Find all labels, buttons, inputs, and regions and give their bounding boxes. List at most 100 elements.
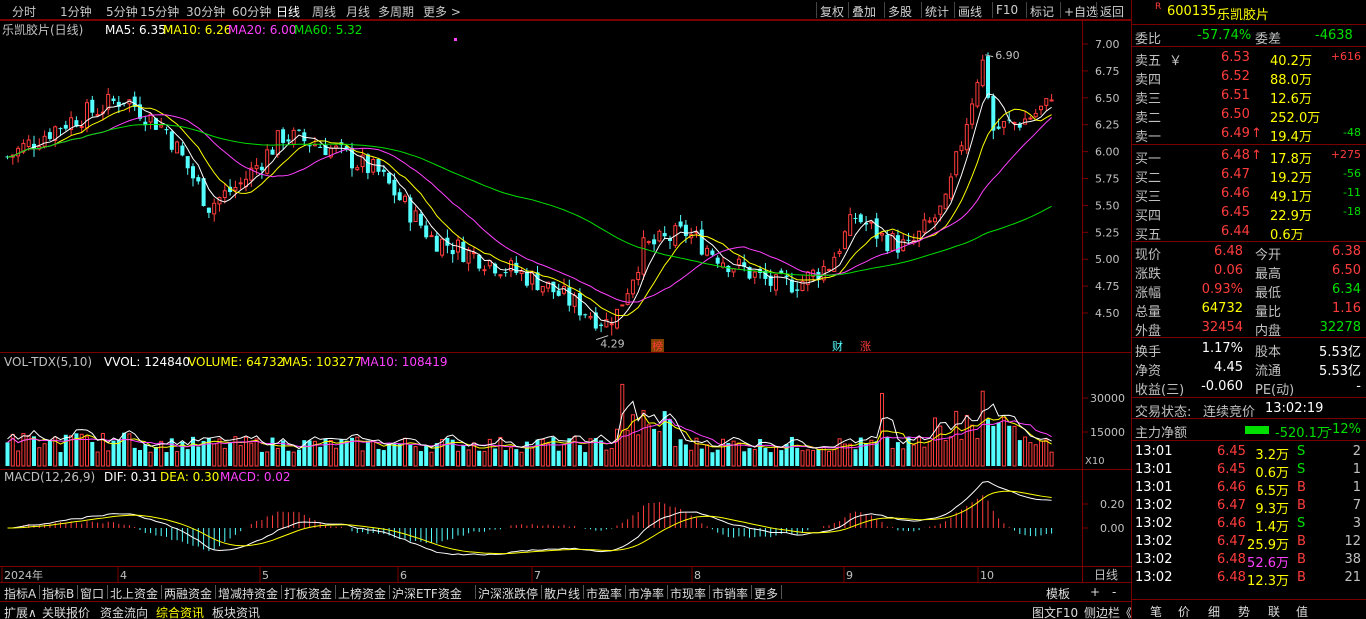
volume-legend: VOLUME: 64732 xyxy=(188,355,284,369)
quote-tab[interactable]: 笔 xyxy=(1150,603,1162,619)
price-axis-label: 5.25 xyxy=(1095,226,1120,239)
tick-row: 13:01 6.45 3.2万 S 2 xyxy=(1135,442,1363,463)
ma-line xyxy=(7,123,1052,276)
tick-row: 13:02 6.48 52.6万 B 38 xyxy=(1135,550,1363,571)
side-button[interactable]: 图文F10 xyxy=(1032,604,1078,619)
date-axis-label: 2024年 xyxy=(4,568,43,582)
stat2-row: 换手 1.17% 股本 5.53亿 xyxy=(1135,339,1363,360)
quote-tab[interactable]: 细 xyxy=(1208,603,1220,619)
bid-change: +275 xyxy=(1330,148,1361,161)
tick-row: 13:02 6.47 25.9万 B 12 xyxy=(1135,532,1363,553)
price-axis-label: 5.50 xyxy=(1095,199,1120,212)
indicator-button[interactable]: 两融资金 xyxy=(164,585,212,602)
price-axis-label: 6.75 xyxy=(1095,65,1120,78)
tick-count: 2 xyxy=(1352,444,1361,459)
info-tab[interactable]: 资金流向 xyxy=(100,604,148,619)
info-tab[interactable]: 综合资讯 xyxy=(156,604,204,619)
volume-bars xyxy=(5,383,1054,467)
event-marker[interactable]: 财 xyxy=(832,339,843,353)
indicator-button[interactable]: 上榜资金 xyxy=(338,585,386,602)
ma-legend: MA10: 6.26 xyxy=(163,23,231,37)
indicator-toolbar: 指标A 指标B 窗口 北上资金 两融资金 增减持资金 打板资金 上榜资金 沪深ETF资金 沪深涨跌… xyxy=(0,583,1131,601)
tick-row: 13:02 6.47 9.3万 B 7 xyxy=(1135,496,1363,517)
stat-value: 0.06 xyxy=(1214,263,1243,278)
quote-tab[interactable]: 值 xyxy=(1296,603,1308,619)
quote-tab[interactable]: 联 xyxy=(1268,603,1280,619)
tick-row: 13:01 6.45 0.6万 S 1 xyxy=(1135,460,1363,481)
tick-price: 6.46 xyxy=(1217,516,1246,531)
tick-row: 13:01 6.46 6.5万 B 1 xyxy=(1135,478,1363,499)
ma-legend: MA60: 5.32 xyxy=(294,23,362,37)
bid-price: 6.47 xyxy=(1221,167,1250,182)
stat2-row: 净资 4.45 流通 5.53亿 xyxy=(1135,358,1363,379)
ask-row: 卖四 6.52 88.0万 xyxy=(1135,67,1363,88)
flow-bar xyxy=(1245,426,1269,434)
label: 卖一 xyxy=(1135,130,1162,145)
price-axis-label: 6.25 xyxy=(1095,119,1120,132)
indicator-button[interactable]: 市现率 xyxy=(670,585,706,602)
tick-time: 13:02 xyxy=(1135,552,1173,567)
tick-count: 7 xyxy=(1352,498,1361,513)
tick-time: 13:02 xyxy=(1135,516,1173,531)
tick-time: 13:02 xyxy=(1135,570,1173,585)
info-tab[interactable]: 关联报价 xyxy=(42,604,90,619)
stat-value: 0.93% xyxy=(1201,282,1243,297)
bid-price: 6.46 xyxy=(1221,186,1250,201)
indicator-button[interactable]: 北上资金 xyxy=(110,585,158,602)
volume-legend: MA10: 108419 xyxy=(360,355,448,369)
template-button[interactable]: 模板 xyxy=(1046,585,1070,602)
price-axis-label: 5.75 xyxy=(1095,173,1120,186)
indicator-button[interactable]: 沪深ETF资金 xyxy=(392,585,462,602)
r-badge: R xyxy=(1155,2,1162,12)
label: 收益(三) xyxy=(1135,383,1185,398)
divider xyxy=(583,585,584,599)
tick-side: B xyxy=(1297,552,1306,567)
template-button[interactable]: + xyxy=(1090,585,1100,599)
macd-legend: DIF: 0.31 xyxy=(104,470,157,484)
tick-price: 6.47 xyxy=(1217,498,1246,513)
ma-legend: MA5: 6.35 xyxy=(105,23,166,37)
price-axis-label: 4.50 xyxy=(1095,307,1120,320)
event-marker[interactable]: 榜 xyxy=(652,339,663,353)
event-marker[interactable]: 涨 xyxy=(860,340,871,353)
info-tab[interactable]: 板块资讯 xyxy=(212,604,260,619)
date-axis-label: 5 xyxy=(262,569,269,582)
info-tab[interactable]: 扩展∧ xyxy=(4,604,37,619)
tick-row: 13:02 6.48 12.3万 B 21 xyxy=(1135,568,1363,589)
divider xyxy=(1132,24,1366,25)
bid-price: 6.44 xyxy=(1221,224,1250,239)
ask-price: 6.51 xyxy=(1221,88,1250,103)
date-axis-label: 10 xyxy=(980,569,994,582)
kline-chart-area[interactable]: 7.00 6.75 6.50 6.25 6.00 5.75 5.50 5.25 5.00 4.75… xyxy=(0,0,1131,600)
indicator-button[interactable]: 增减持资金 xyxy=(218,585,278,602)
low-price-label: 4.29 xyxy=(600,338,625,351)
indicator-button[interactable]: 指标A xyxy=(4,585,36,602)
quote-tab[interactable]: 势 xyxy=(1238,603,1250,619)
bid-change: -11 xyxy=(1343,186,1361,199)
tick-time: 13:02 xyxy=(1135,498,1173,513)
indicator-button[interactable]: 市盈率 xyxy=(586,585,622,602)
ask-price: 6.49 xyxy=(1221,126,1250,141)
stock-name: 乐凯胶片 xyxy=(1217,8,1270,23)
ask-price: 6.50 xyxy=(1221,107,1250,122)
ma-line xyxy=(7,93,1052,324)
ask-price: 6.52 xyxy=(1221,69,1250,84)
up-arrow-icon: ↑ xyxy=(1251,148,1262,163)
template-button[interactable]: - xyxy=(1112,585,1116,599)
indicator-button[interactable]: 市净率 xyxy=(628,585,664,602)
indicator-button[interactable]: 窗口 xyxy=(80,585,104,602)
indicator-button[interactable]: 沪深涨跌停 xyxy=(478,585,538,602)
indicator-button[interactable]: 散户线 xyxy=(544,585,580,602)
indicator-button[interactable]: 市销率 xyxy=(712,585,748,602)
indicator-button[interactable]: 指标B xyxy=(42,585,74,602)
tick-price: 6.45 xyxy=(1217,444,1246,459)
bid-row: 买一 6.48 ↑ 17.8万 +275 xyxy=(1135,146,1363,167)
tick-count: 1 xyxy=(1352,462,1361,477)
side-button[interactable]: 侧边栏《 xyxy=(1084,604,1132,619)
stat-value: 32454 xyxy=(1201,320,1243,335)
quote-tab[interactable]: 价 xyxy=(1178,603,1190,619)
indicator-button[interactable]: 打板资金 xyxy=(284,585,332,602)
tick-time: 13:01 xyxy=(1135,480,1173,495)
indicator-button[interactable]: 更多 xyxy=(754,585,778,602)
ask-change: +616 xyxy=(1330,50,1361,63)
